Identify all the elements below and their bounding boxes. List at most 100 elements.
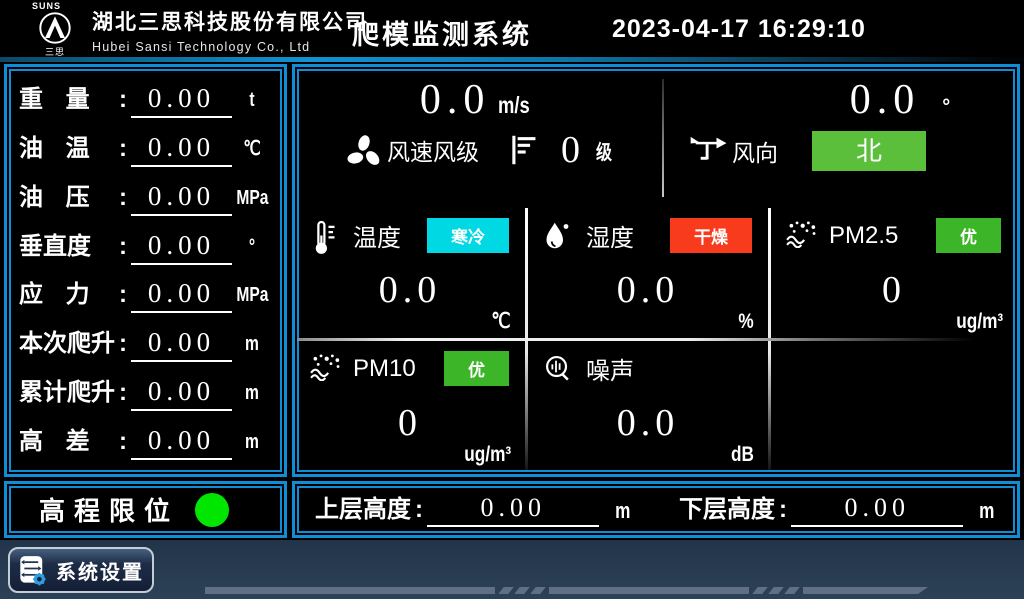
- footer-decoration-stripes: [205, 587, 928, 594]
- temperature-cell: 温度 寒冷 0.0 ℃: [295, 208, 525, 338]
- humidity-cell: 湿度 干燥 0.0 %: [528, 208, 768, 338]
- value-height-diff: 0.00: [131, 423, 232, 460]
- noise-cell: 噪声 0.0 dB: [528, 341, 768, 471]
- unit-total-climb: m: [236, 375, 267, 411]
- row-current-climb: 本次爬升: 0.00 m: [19, 325, 272, 362]
- pm25-value: 0: [771, 268, 1017, 312]
- header-divider: [0, 57, 1024, 62]
- row-oil-temp: 油 温: 0.00 ℃: [19, 130, 272, 167]
- label-total-climb: 累计爬升: [19, 375, 119, 411]
- pm25-unit: ug/m³: [956, 310, 1003, 334]
- pm10-label: PM10: [353, 355, 416, 383]
- label-height-diff: 高 差: [19, 424, 119, 460]
- row-height-diff: 高 差: 0.00 m: [19, 423, 272, 460]
- temperature-status-badge: 寒冷: [427, 218, 509, 253]
- wind-direction-value-line: 0.0 °: [663, 77, 1017, 123]
- wind-direction-value: 0.0: [850, 77, 921, 123]
- wind-vane-icon: [689, 134, 723, 168]
- logo-suns-text: SUNS: [26, 1, 84, 11]
- pm10-head: PM10 优: [295, 341, 525, 386]
- wind-level-icon: [507, 132, 539, 168]
- lower-height-label: 下层高度: [679, 493, 775, 527]
- colon: :: [119, 424, 127, 460]
- environment-panel: 0.0 m/s 风速风级: [292, 64, 1020, 477]
- humidity-unit: %: [739, 310, 754, 334]
- pm10-status-badge: 优: [444, 351, 509, 386]
- wind-direction-label: 风向: [732, 134, 778, 168]
- unit-oil-pressure: MPa: [236, 180, 267, 216]
- wind-level-value: 0: [561, 131, 580, 169]
- noise-icon: [542, 352, 576, 386]
- pm25-head: PM2.5 优: [771, 208, 1017, 253]
- value-verticality: 0.00: [131, 228, 232, 265]
- upper-height-label: 上层高度: [315, 493, 411, 527]
- elevation-limit-panel: 高程限位: [4, 481, 287, 538]
- pm10-unit: ug/m³: [464, 443, 511, 467]
- temperature-value: 0.0: [295, 268, 525, 312]
- label-verticality: 垂直度: [19, 229, 119, 265]
- value-weight: 0.00: [131, 81, 232, 118]
- unit-height-diff: m: [236, 424, 267, 460]
- colon: :: [119, 131, 127, 167]
- heights-panel: 上层高度: 0.00 m 下层高度: 0.00 m: [292, 481, 1020, 538]
- value-total-climb: 0.00: [131, 374, 232, 411]
- system-settings-button[interactable]: 系统设置: [8, 547, 154, 593]
- datetime-display: 2023-04-17 16:29:10: [612, 15, 866, 44]
- upper-height-group: 上层高度: 0.00 m: [315, 492, 633, 527]
- label-weight: 重 量: [19, 82, 119, 118]
- lower-height-value: 0.00: [791, 492, 963, 527]
- unit-verticality: °: [236, 229, 267, 265]
- value-oil-temp: 0.00: [131, 130, 232, 167]
- unit-weight: t: [236, 82, 267, 118]
- pm25-status-badge: 优: [936, 218, 1001, 253]
- value-current-climb: 0.00: [131, 325, 232, 362]
- wind-speed-unit: m/s: [498, 92, 530, 119]
- colon: :: [119, 82, 127, 118]
- sansi-logo-icon: [38, 11, 72, 45]
- wind-speed-section: 0.0 m/s 风速风级: [295, 67, 663, 206]
- wind-direction-badge: 北: [812, 131, 926, 171]
- fan-icon: [344, 133, 378, 167]
- elevation-limit-indicator-light: [195, 493, 229, 527]
- humidity-label: 湿度: [586, 218, 634, 253]
- header: SUNS 三思 湖北三思科技股份有限公司 Hubei Sansi Technol…: [0, 0, 1024, 57]
- noise-unit: dB: [731, 443, 754, 467]
- colon: :: [119, 229, 127, 265]
- label-current-climb: 本次爬升: [19, 326, 119, 362]
- pm10-cell: PM10 优 0 ug/m³: [295, 341, 525, 471]
- wind-direction-unit: °: [942, 96, 950, 119]
- label-oil-temp: 油 温: [19, 131, 119, 167]
- lower-height-group: 下层高度: 0.00 m: [679, 492, 997, 527]
- unit-oil-temp: ℃: [236, 131, 267, 167]
- settings-button-label: 系统设置: [56, 556, 144, 585]
- measurement-panel: 重 量: 0.00 t 油 温: 0.00 ℃ 油 压: 0.00 MPa 垂直…: [4, 64, 287, 477]
- wind-level-unit: 级: [596, 136, 612, 165]
- row-weight: 重 量: 0.00 t: [19, 81, 272, 118]
- colon: :: [415, 493, 423, 527]
- noise-label: 噪声: [586, 351, 634, 386]
- noise-value: 0.0: [528, 401, 768, 445]
- humidity-head: 湿度 干燥: [528, 208, 768, 253]
- upper-height-unit: m: [616, 494, 631, 527]
- pm10-value: 0: [295, 401, 525, 445]
- colon: :: [119, 375, 127, 411]
- pm25-label: PM2.5: [829, 222, 898, 250]
- row-verticality: 垂直度: 0.00 °: [19, 228, 272, 265]
- company-name-cn: 湖北三思科技股份有限公司: [92, 6, 368, 36]
- value-stress: 0.00: [131, 276, 232, 313]
- temperature-unit: ℃: [492, 309, 511, 334]
- temperature-label: 温度: [353, 218, 401, 253]
- row-stress: 应 力: 0.00 MPa: [19, 276, 272, 313]
- unit-current-climb: m: [236, 326, 267, 362]
- label-stress: 应 力: [19, 277, 119, 313]
- colon: :: [119, 180, 127, 216]
- page-title: 爬模监测系统: [352, 13, 532, 52]
- droplet-icon: [542, 219, 576, 253]
- settings-sliders-gear-icon: [18, 554, 48, 587]
- lower-height-unit: m: [980, 494, 995, 527]
- colon: :: [119, 277, 127, 313]
- label-oil-pressure: 油 压: [19, 180, 119, 216]
- pm25-cell: PM2.5 优 0 ug/m³: [771, 208, 1017, 338]
- wind-direction-label-line: 风向 北: [663, 131, 1017, 171]
- particles-icon: [309, 352, 343, 386]
